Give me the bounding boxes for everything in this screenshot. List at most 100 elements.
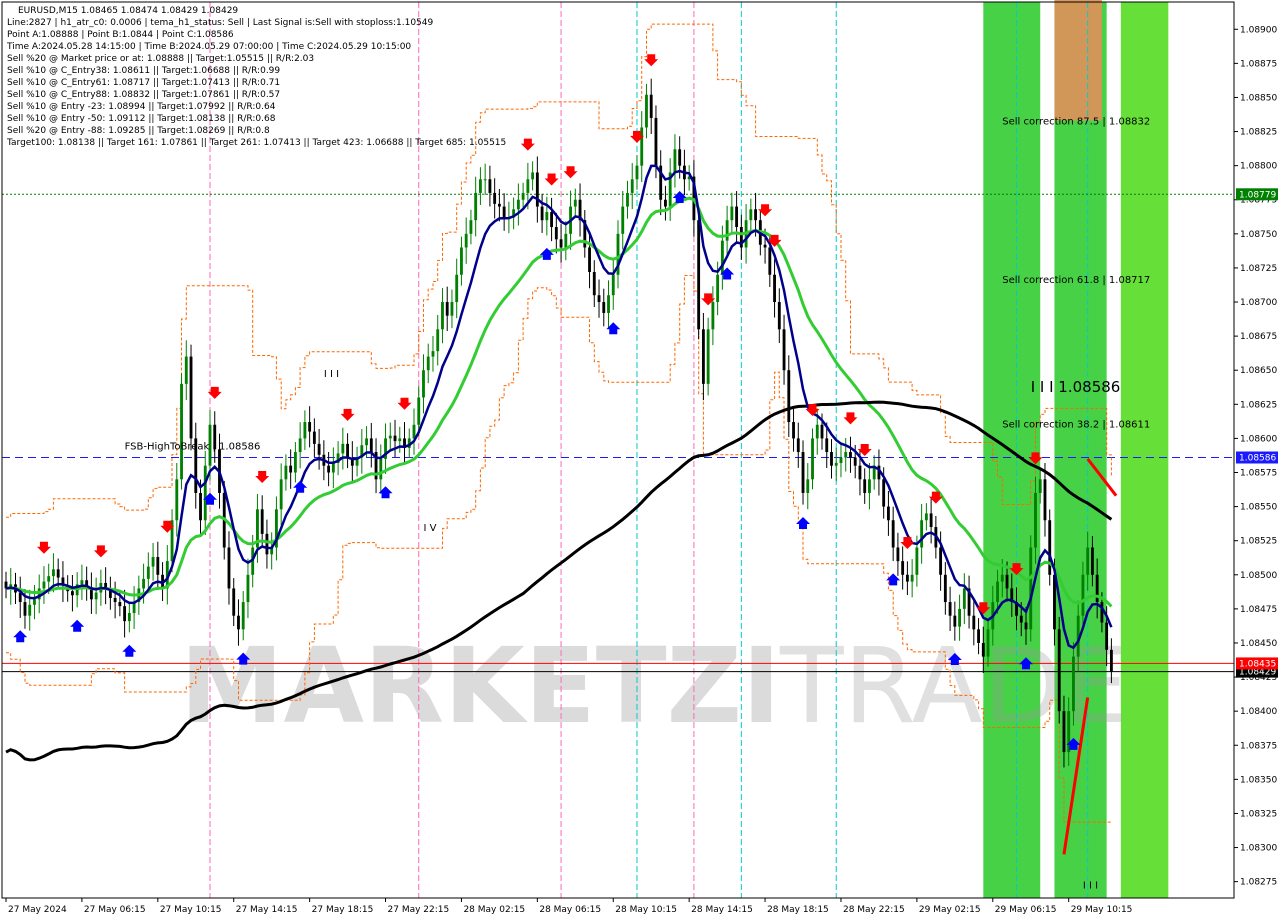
candle-body	[711, 302, 715, 330]
candle-body	[1048, 520, 1052, 575]
candle-body	[834, 462, 838, 466]
candle-body	[1062, 711, 1066, 753]
candle-body	[56, 569, 60, 578]
candle-body	[516, 199, 520, 210]
candle-body	[265, 533, 269, 555]
candle-body	[1029, 547, 1033, 630]
candle-body	[203, 465, 207, 521]
candle-body	[227, 547, 231, 589]
candle-body	[1090, 547, 1094, 575]
price-tag-fsb-high-to-break: 1.08586	[1236, 451, 1278, 464]
candle-body	[483, 179, 487, 181]
candle-body	[730, 206, 734, 221]
candle-body	[649, 94, 653, 118]
candle-body	[787, 370, 791, 423]
candle-body	[886, 506, 890, 521]
candle-body	[882, 479, 886, 507]
x-tick-label: 29 May 02:15	[919, 905, 981, 915]
candle-body	[673, 149, 677, 173]
candle-body	[1100, 602, 1104, 623]
candle-body	[526, 179, 530, 193]
candle-body	[1086, 547, 1090, 575]
price-tag-label: 1.08586	[1239, 454, 1276, 464]
candle-body	[127, 612, 131, 622]
candle-body	[303, 422, 307, 439]
candle-body	[422, 370, 425, 398]
candle-body	[474, 192, 478, 221]
y-tick-label: 1.08750	[1240, 230, 1277, 240]
zones	[983, 0, 1169, 898]
chart: MARKETZI TRADE FSB-HighToBreak | 1.08586…	[0, 0, 1280, 920]
candle-body	[241, 602, 245, 630]
candle-body	[441, 302, 444, 330]
watermark-text: MARKETZI	[180, 625, 781, 747]
candle-body	[175, 479, 179, 521]
info-line: Target100: 1.08138 || Target 161: 1.0786…	[6, 138, 506, 148]
x-tick-label: 28 May 10:15	[615, 905, 677, 915]
candle-body	[455, 274, 459, 303]
candle-body	[796, 438, 800, 453]
candle-body	[279, 479, 283, 510]
candle-body	[331, 462, 335, 473]
candle-body	[825, 438, 829, 453]
annotation-text: Sell correction 87.5 | 1.08832	[1002, 117, 1150, 128]
info-line: Sell %10 @ Entry -23: 1.08994 || Target:…	[7, 102, 276, 112]
candle-body	[654, 117, 658, 166]
x-tick-label: 27 May 14:15	[236, 905, 298, 915]
candle-body	[754, 209, 758, 221]
candle-body	[1000, 574, 1004, 582]
candle-body	[488, 179, 492, 193]
x-tick-label: 28 May 06:15	[539, 905, 601, 915]
candle-body	[80, 580, 84, 585]
candle-body	[545, 212, 549, 221]
annotation-text: I I I	[324, 369, 339, 380]
candle-body	[706, 329, 710, 384]
candle-body	[839, 457, 843, 463]
info-line: Sell %10 @ C_Entry38: 1.08611 || Target:…	[7, 66, 280, 76]
candle-body	[929, 513, 933, 528]
candle-body	[630, 179, 634, 193]
candle-body	[1109, 649, 1113, 672]
candle-body	[749, 209, 753, 221]
candle-body	[341, 443, 345, 454]
candle-body	[493, 192, 497, 204]
candle-body	[763, 244, 767, 248]
candle-body	[94, 592, 98, 600]
y-tick-label: 1.08850	[1240, 93, 1277, 103]
annotation-text: I I I	[1083, 880, 1098, 891]
y-tick-label: 1.08275	[1240, 878, 1277, 888]
candle-body	[469, 220, 473, 234]
candle-body	[607, 295, 610, 313]
candle-body	[260, 509, 264, 534]
candle-body	[773, 274, 776, 303]
candle-body	[28, 604, 32, 616]
price-tag-label: 1.08779	[1239, 190, 1276, 200]
info-line: Sell %10 @ C_Entry88: 1.08832 || Target:…	[7, 90, 280, 100]
y-tick-label: 1.08675	[1240, 332, 1277, 342]
x-tick-label: 27 May 06:15	[84, 905, 146, 915]
candle-body	[858, 465, 862, 480]
candle-body	[910, 574, 914, 582]
y-tick-label: 1.08875	[1240, 59, 1277, 69]
candle-body	[431, 351, 435, 357]
candle-body	[464, 233, 468, 248]
candle-body	[308, 422, 312, 432]
candle-body	[716, 274, 720, 303]
y-tick-label: 1.08725	[1240, 264, 1277, 274]
info-line: Line:2827 | h1_atr_c0: 0.0006 | tema_h1_…	[7, 18, 434, 28]
candle-body	[151, 557, 155, 567]
price-tag-green-level: 1.08779	[1236, 188, 1278, 201]
candle-body	[146, 566, 150, 579]
candle-body	[664, 199, 667, 207]
candle-body	[1024, 622, 1028, 630]
candle-body	[199, 492, 202, 521]
candle-body	[1005, 574, 1009, 589]
candle-body	[849, 452, 852, 458]
candle-body	[379, 458, 383, 480]
x-tick-label: 28 May 22:15	[843, 905, 905, 915]
candle-body	[293, 452, 297, 473]
x-tick-label: 27 May 10:15	[160, 905, 222, 915]
candle-body	[958, 608, 962, 627]
x-tick-label: 28 May 18:15	[767, 905, 829, 915]
candle-body	[986, 629, 990, 657]
